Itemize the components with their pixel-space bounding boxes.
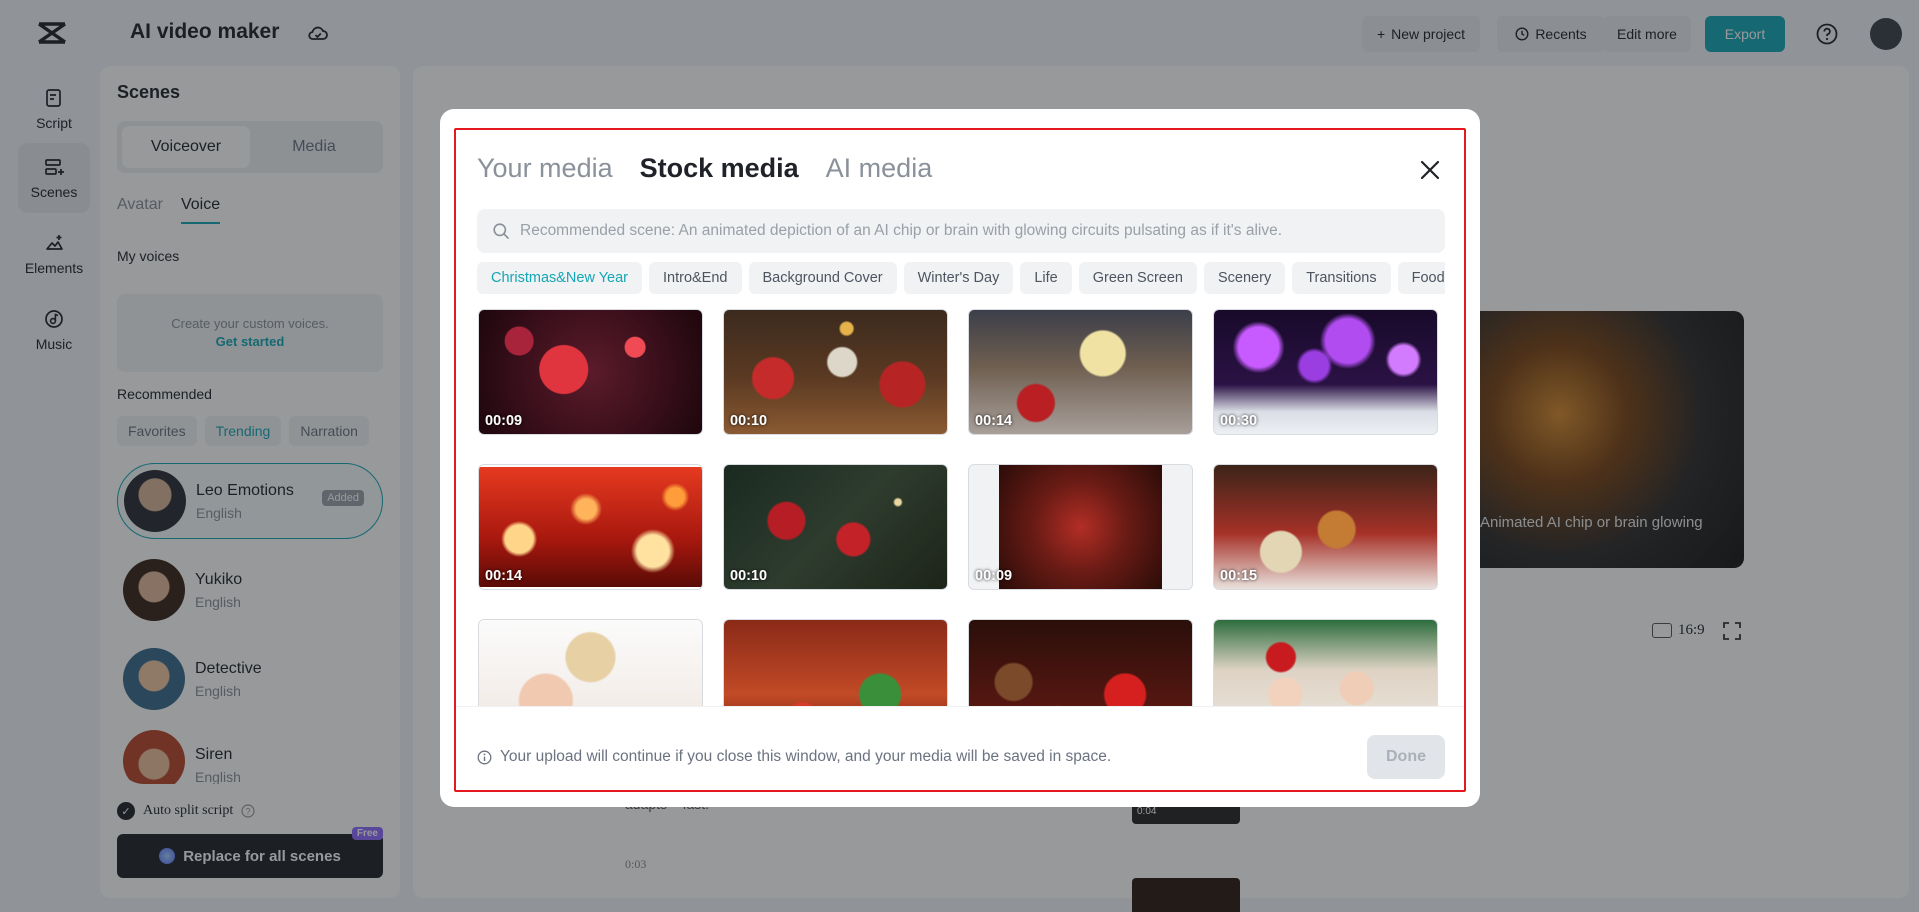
media-card[interactable]: 00:09 xyxy=(968,464,1193,590)
upload-notice-text: Your upload will continue if you close t… xyxy=(500,748,1112,765)
media-thumbnail xyxy=(479,620,702,706)
media-card[interactable] xyxy=(723,619,948,706)
footer-divider xyxy=(456,706,1464,707)
media-card[interactable]: 00:10 xyxy=(723,464,948,590)
chip-winters-day[interactable]: Winter's Day xyxy=(903,262,1014,294)
chip-background-cover[interactable]: Background Cover xyxy=(748,262,897,294)
close-icon[interactable] xyxy=(1417,157,1443,183)
upload-notice: Your upload will continue if you close t… xyxy=(477,748,1111,766)
category-chips: Christmas&New Year Intro&End Background … xyxy=(477,262,1445,294)
media-duration: 00:10 xyxy=(730,568,768,584)
media-thumbnail xyxy=(999,465,1162,589)
media-thumbnail xyxy=(969,620,1192,706)
media-duration: 00:09 xyxy=(975,568,1013,584)
media-duration: 00:14 xyxy=(485,568,523,584)
media-card[interactable] xyxy=(968,619,1193,706)
media-card[interactable]: 00:14 xyxy=(968,309,1193,435)
media-grid: 00:09 00:10 00:14 00:30 00:14 00:10 00:0… xyxy=(478,309,1448,706)
info-icon xyxy=(477,750,492,764)
media-thumbnail xyxy=(724,620,947,706)
done-button[interactable]: Done xyxy=(1367,735,1445,779)
search-input[interactable] xyxy=(520,222,1440,240)
media-card[interactable] xyxy=(478,619,703,706)
media-duration: 00:30 xyxy=(1220,413,1258,429)
chip-christmas-new-year[interactable]: Christmas&New Year xyxy=(477,262,642,294)
media-duration: 00:15 xyxy=(1220,568,1258,584)
chip-food[interactable]: Food xyxy=(1397,262,1445,294)
chip-scenery[interactable]: Scenery xyxy=(1204,262,1286,294)
search-icon xyxy=(493,223,509,239)
media-card[interactable]: 00:10 xyxy=(723,309,948,435)
chip-green-screen[interactable]: Green Screen xyxy=(1078,262,1197,294)
media-duration: 00:14 xyxy=(975,413,1013,429)
media-card[interactable]: 00:09 xyxy=(478,309,703,435)
media-card[interactable]: 00:30 xyxy=(1213,309,1438,435)
media-picker-modal: Your media Stock media AI media Christma… xyxy=(440,109,1480,807)
media-card[interactable] xyxy=(1213,619,1438,706)
tab-ai-media[interactable]: AI media xyxy=(826,153,933,184)
tab-stock-media[interactable]: Stock media xyxy=(640,153,799,184)
media-duration: 00:10 xyxy=(730,413,768,429)
search-bar xyxy=(477,209,1445,253)
media-card[interactable]: 00:15 xyxy=(1213,464,1438,590)
media-grid-scroll[interactable]: 00:09 00:10 00:14 00:30 00:14 00:10 00:0… xyxy=(478,309,1448,706)
chip-life[interactable]: Life xyxy=(1020,262,1072,294)
chip-transitions[interactable]: Transitions xyxy=(1292,262,1391,294)
tab-your-media[interactable]: Your media xyxy=(477,153,613,184)
media-card[interactable]: 00:14 xyxy=(478,464,703,590)
chip-intro-end[interactable]: Intro&End xyxy=(649,262,742,294)
media-duration: 00:09 xyxy=(485,413,523,429)
media-thumbnail xyxy=(1214,620,1437,706)
media-source-tabs: Your media Stock media AI media xyxy=(477,153,932,184)
